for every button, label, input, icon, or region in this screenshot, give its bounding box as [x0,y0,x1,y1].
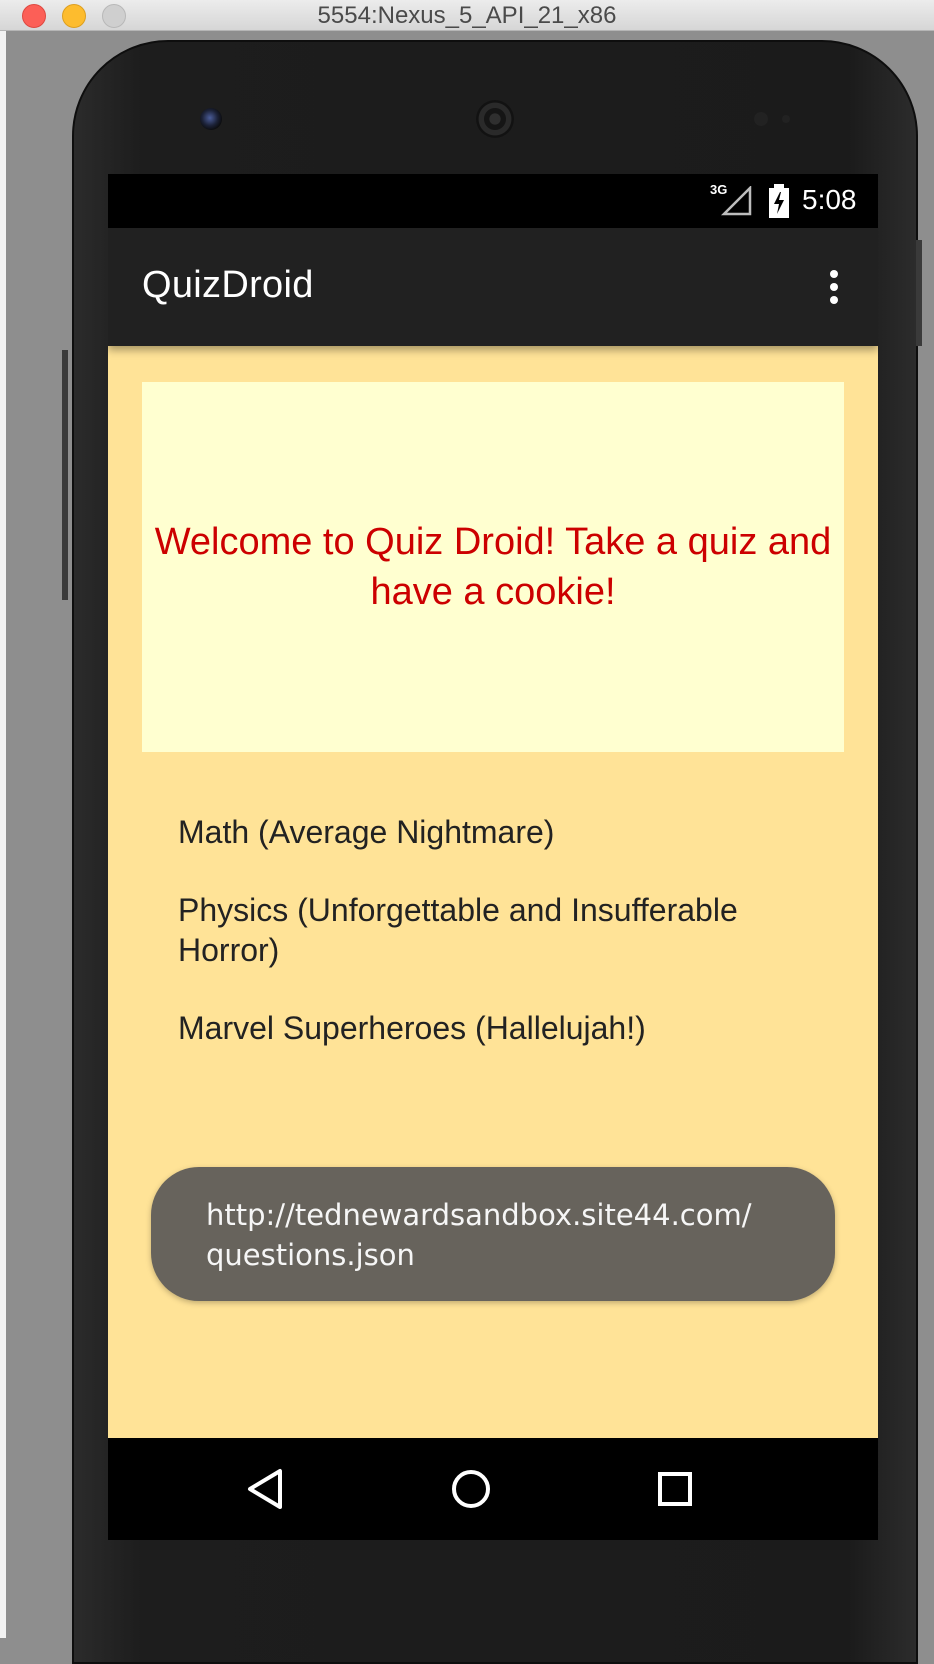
quiz-topic-list: Math (Average Nightmare) Physics (Unforg… [178,804,818,1056]
toast-text: http://tednewardsandbox.site44.com/quest… [206,1198,752,1272]
back-triangle-icon[interactable] [240,1462,294,1516]
recents-square-icon[interactable] [648,1462,702,1516]
quiz-item-marvel[interactable]: Marvel Superheroes (Hallelujah!) [178,1000,818,1056]
quiz-item-math[interactable]: Math (Average Nightmare) [178,804,818,860]
earpiece-speaker [476,100,514,138]
light-sensor [782,115,790,123]
quiz-item-physics[interactable]: Physics (Unforgettable and Insufferable … [178,882,818,978]
app-title: QuizDroid [142,264,314,306]
front-camera [200,108,222,130]
more-vert-icon[interactable] [816,264,852,310]
app-bar: QuizDroid [108,228,878,346]
device-screen: 3G 5:08 QuizDroid Welcome to Quiz Droid!… [108,174,878,1540]
background-ide-strip [0,31,6,1638]
window-title: 5554:Nexus_5_API_21_x86 [317,2,617,29]
network-type-label: 3G [710,182,728,197]
window-title-bar: 5554:Nexus_5_API_21_x86 [0,0,934,31]
battery-charging-icon [769,184,789,218]
status-time: 5:08 [802,184,857,215]
phone-volume-button[interactable] [62,350,68,600]
welcome-banner: Welcome to Quiz Droid! Take a quiz and h… [142,382,844,752]
toast-message: http://tednewardsandbox.site44.com/quest… [151,1167,835,1301]
home-circle-icon[interactable] [444,1462,498,1516]
phone-power-button[interactable] [916,240,922,346]
welcome-message: Welcome to Quiz Droid! Take a quiz and h… [154,521,832,613]
navigation-bar [108,1438,878,1540]
status-bar: 3G 5:08 [108,174,878,228]
proximity-sensor [754,112,768,126]
